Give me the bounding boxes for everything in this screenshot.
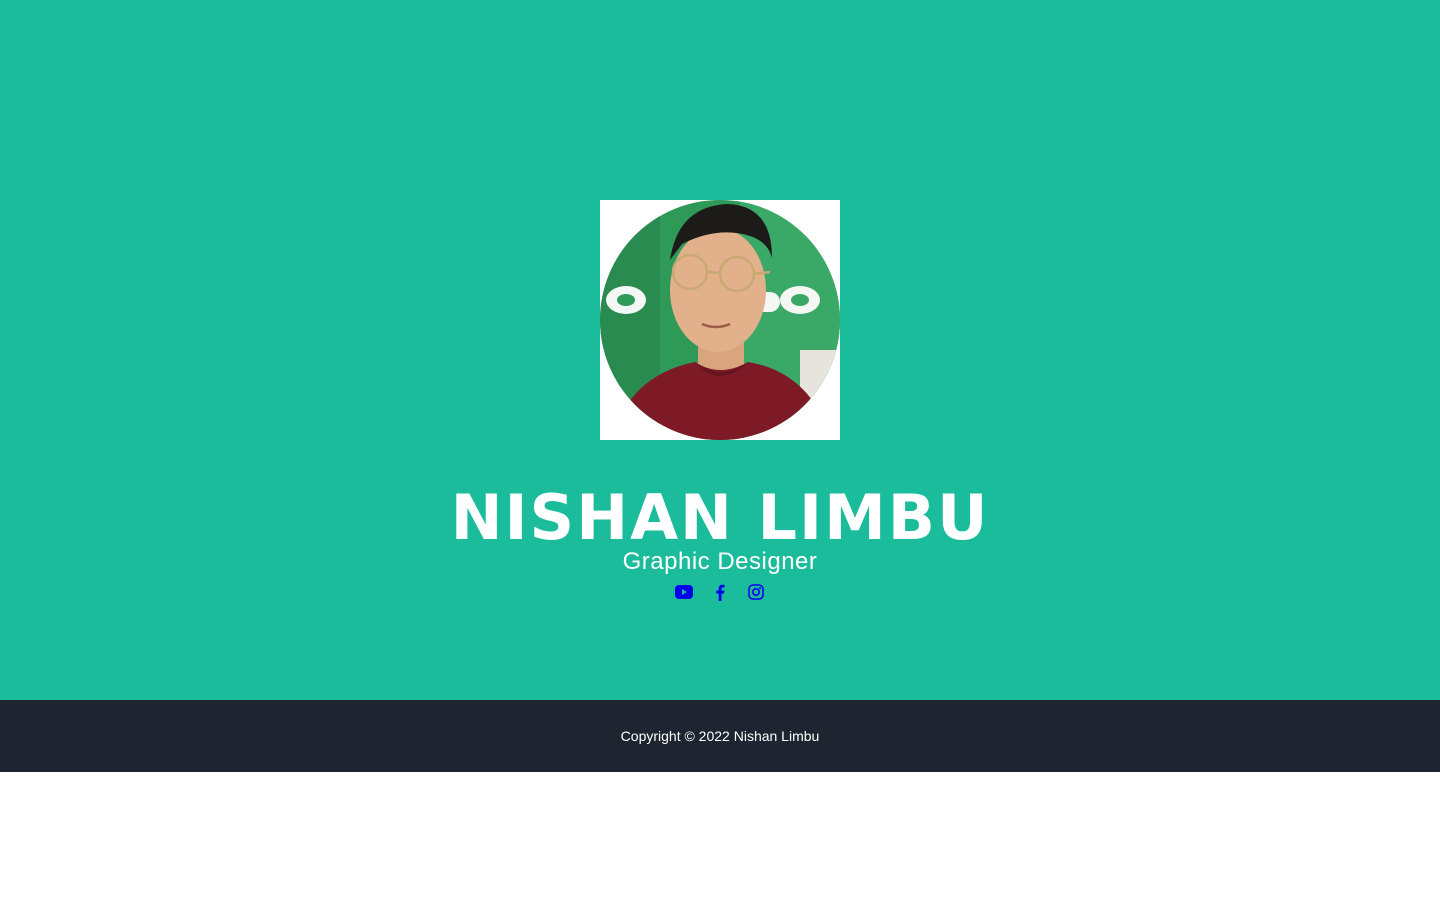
profile-photo <box>600 200 840 440</box>
copyright-text: Copyright © 2022 Nishan Limbu <box>620 728 820 744</box>
profile-role: Graphic Designer <box>622 548 818 575</box>
youtube-icon <box>675 585 693 599</box>
social-links <box>0 582 1440 602</box>
facebook-icon <box>716 584 725 601</box>
instagram-link[interactable] <box>747 583 765 601</box>
youtube-link[interactable] <box>675 583 693 601</box>
instagram-icon <box>748 584 764 600</box>
footer: Copyright © 2022 Nishan Limbu <box>0 700 1440 772</box>
facebook-link[interactable] <box>711 583 729 601</box>
hero-section: NISHAN LIMBU Graphic Designer <box>0 0 1440 700</box>
